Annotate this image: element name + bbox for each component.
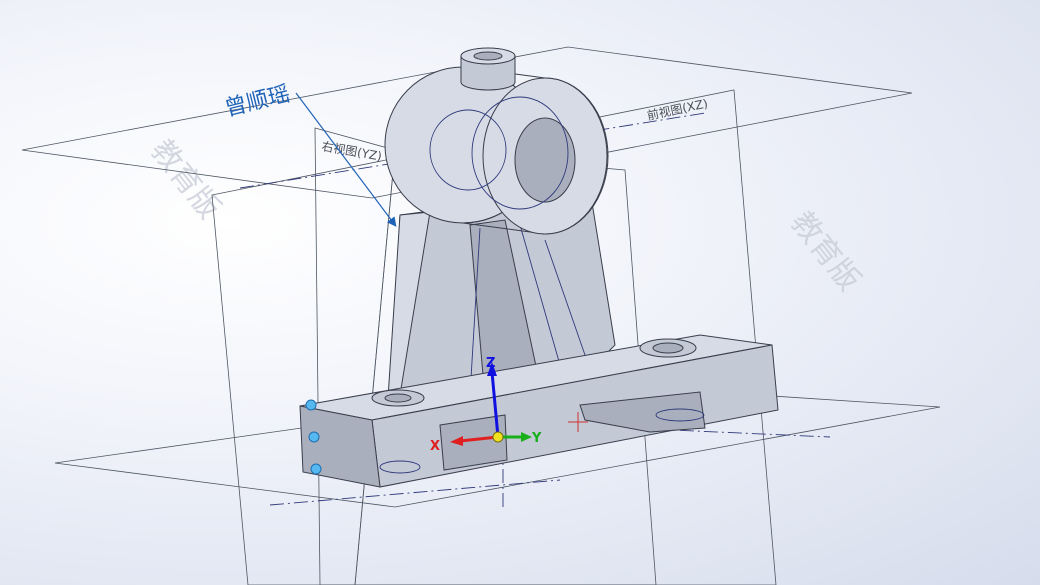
sketch-centerline-bottom xyxy=(269,479,561,506)
part-body[interactable] xyxy=(299,47,779,488)
y-axis-label: Y xyxy=(531,431,542,446)
selection-point-1[interactable] xyxy=(305,399,317,411)
hole-left[interactable] xyxy=(384,393,412,403)
right-plane[interactable] xyxy=(314,127,396,585)
watermark-right: 教育版 xyxy=(784,205,867,297)
z-axis-label: Z xyxy=(486,356,495,371)
selection-point-2[interactable] xyxy=(308,431,320,443)
right-plane-label: 右视图(YZ) xyxy=(320,138,383,163)
selection-point-3[interactable] xyxy=(310,463,322,475)
oil-hole[interactable] xyxy=(473,51,503,61)
triad-origin xyxy=(492,431,504,443)
graphics-viewport[interactable]: 教育版 教育版 前视图(XZ) 右视图(YZ) 曾顺瑶 Z X Y xyxy=(0,0,1040,585)
front-plane-label: 前视图(XZ) xyxy=(646,95,710,123)
bore-hole[interactable] xyxy=(514,117,576,203)
annotation-text: 曾顺瑶 xyxy=(222,82,292,122)
watermark-left: 教育版 xyxy=(144,133,227,225)
cad-scene[interactable]: 教育版 教育版 前视图(XZ) 右视图(YZ) 曾顺瑶 Z X Y xyxy=(0,0,1040,585)
hole-right[interactable] xyxy=(652,342,684,354)
x-axis-label: X xyxy=(430,439,440,454)
